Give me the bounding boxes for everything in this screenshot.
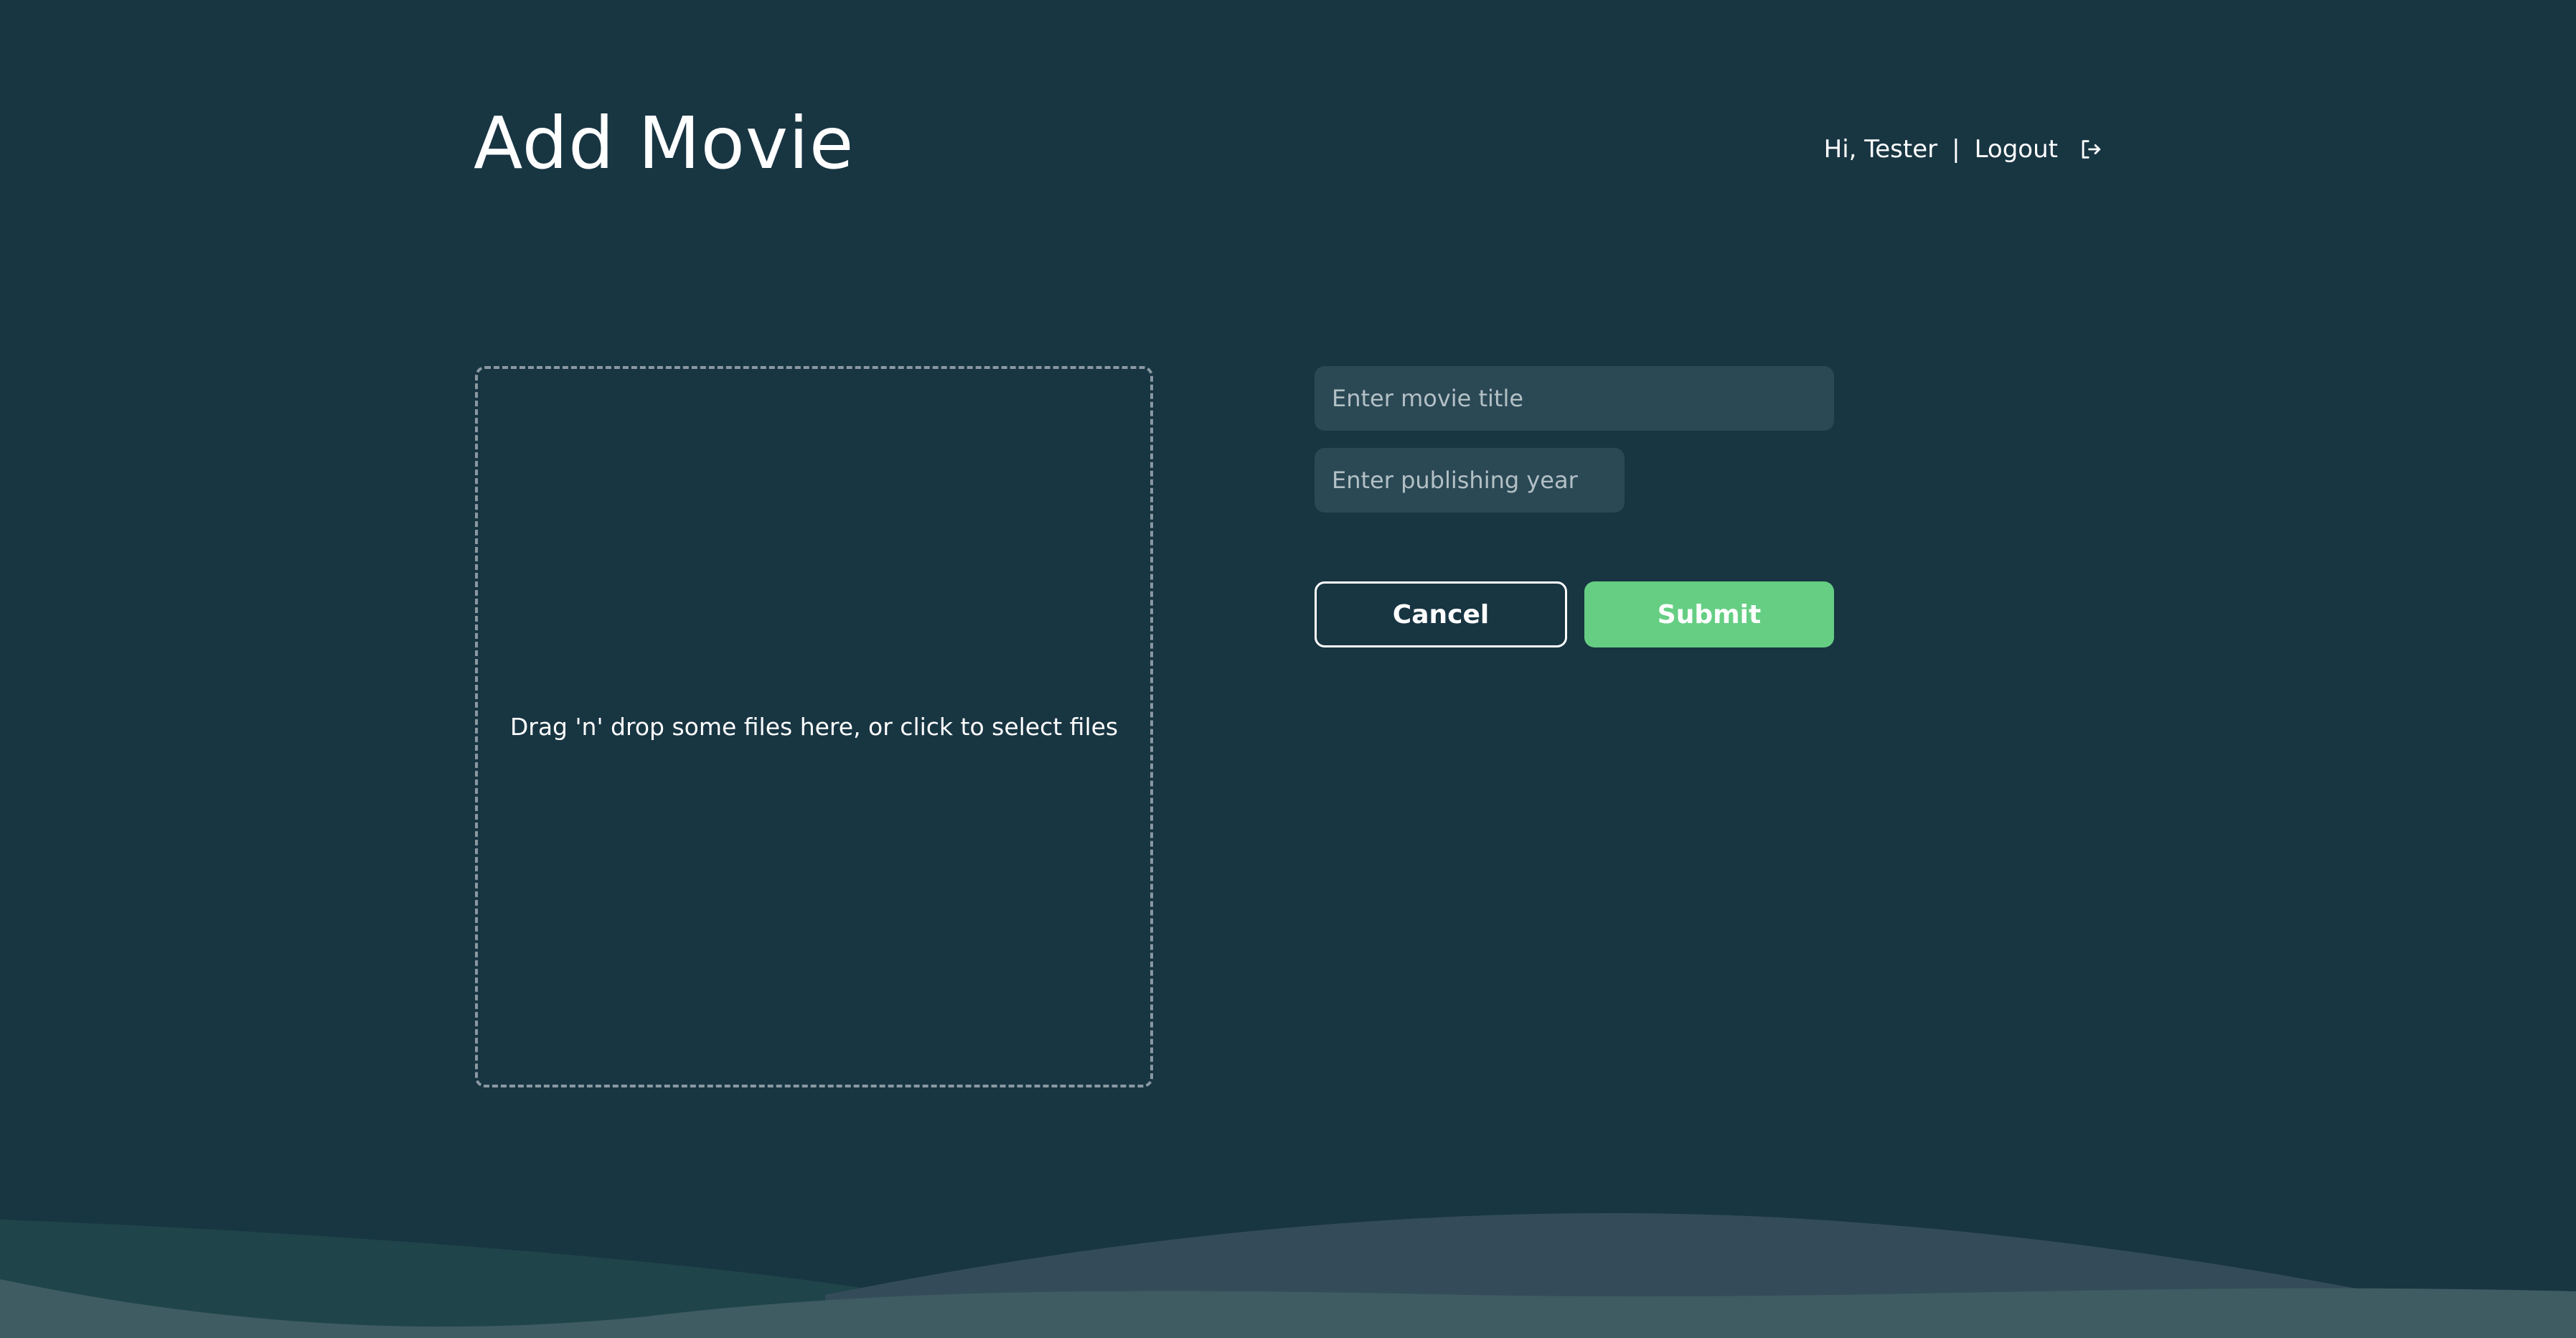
- movie-form: Cancel Submit: [1315, 366, 1834, 647]
- image-dropzone[interactable]: Drag 'n' drop some files here, or click …: [475, 366, 1153, 1087]
- publishing-year-input[interactable]: [1315, 448, 1625, 513]
- page-title: Add Movie: [474, 101, 855, 185]
- dropzone-label: Drag 'n' drop some files here, or click …: [509, 713, 1119, 741]
- user-greeting: Hi, Tester: [1823, 135, 1938, 164]
- cancel-button[interactable]: Cancel: [1315, 581, 1567, 647]
- movie-title-input[interactable]: [1315, 366, 1834, 431]
- background-waves: [0, 1213, 2576, 1338]
- logout-icon: [2078, 137, 2102, 162]
- form-actions: Cancel Submit: [1315, 581, 1834, 647]
- logout-button[interactable]: Logout: [1975, 135, 2102, 164]
- user-area: Hi, Tester | Logout: [1824, 135, 2102, 164]
- logout-label: Logout: [1974, 135, 2058, 164]
- submit-button[interactable]: Submit: [1584, 581, 1834, 647]
- header-separator: |: [1952, 135, 1960, 164]
- add-movie-page: Add Movie Hi, Tester | Logout Drag 'n' d…: [0, 0, 2576, 1338]
